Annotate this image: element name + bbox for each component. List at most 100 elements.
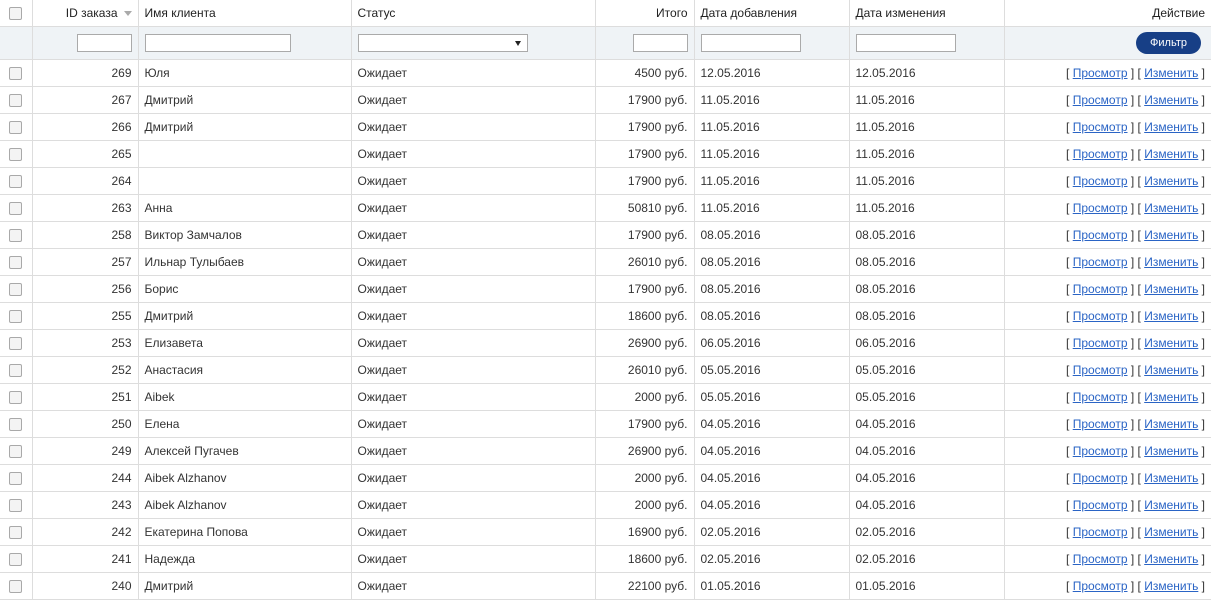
view-link[interactable]: Просмотр bbox=[1073, 147, 1128, 161]
edit-link[interactable]: Изменить bbox=[1144, 498, 1198, 512]
filter-id-input[interactable] bbox=[76, 34, 132, 52]
select-all-checkbox[interactable] bbox=[9, 7, 23, 21]
edit-link[interactable]: Изменить bbox=[1144, 174, 1198, 188]
customer-name: Дмитрий bbox=[138, 302, 352, 330]
row-checkbox[interactable] bbox=[9, 445, 23, 459]
customer-name: Дмитрий bbox=[138, 113, 352, 141]
view-link[interactable]: Просмотр bbox=[1073, 498, 1128, 512]
row-checkbox[interactable] bbox=[9, 256, 23, 270]
filter-added-input[interactable] bbox=[700, 34, 801, 52]
header-added-label: Дата добавления bbox=[700, 6, 797, 20]
edit-link[interactable]: Изменить bbox=[1144, 579, 1198, 593]
row-select-cell bbox=[0, 356, 33, 384]
filter-total-input[interactable] bbox=[632, 34, 688, 52]
row-select-cell bbox=[0, 383, 33, 411]
order-total: 2000 руб. bbox=[595, 491, 695, 519]
row-checkbox[interactable] bbox=[9, 472, 23, 486]
edit-link[interactable]: Изменить bbox=[1144, 66, 1198, 80]
view-link[interactable]: Просмотр bbox=[1073, 552, 1128, 566]
table-row: 240 Дмитрий Ожидает 22100 руб. 01.05.201… bbox=[0, 572, 1211, 600]
header-name[interactable]: Имя клиента bbox=[138, 0, 352, 27]
row-checkbox[interactable] bbox=[9, 499, 23, 513]
view-link[interactable]: Просмотр bbox=[1073, 66, 1128, 80]
view-link[interactable]: Просмотр bbox=[1073, 201, 1128, 215]
row-actions: [ Просмотр ] [ Изменить ] bbox=[1004, 275, 1211, 303]
header-total[interactable]: Итого bbox=[595, 0, 695, 27]
edit-link[interactable]: Изменить bbox=[1144, 255, 1198, 269]
edit-link[interactable]: Изменить bbox=[1144, 201, 1198, 215]
view-link[interactable]: Просмотр bbox=[1073, 309, 1128, 323]
row-checkbox[interactable] bbox=[9, 418, 23, 432]
row-checkbox[interactable] bbox=[9, 121, 23, 135]
date-modified: 11.05.2016 bbox=[849, 113, 1005, 141]
row-checkbox[interactable] bbox=[9, 94, 23, 108]
filter-status-select[interactable] bbox=[357, 34, 528, 52]
view-link[interactable]: Просмотр bbox=[1073, 228, 1128, 242]
header-modified[interactable]: Дата изменения bbox=[849, 0, 1005, 27]
row-checkbox[interactable] bbox=[9, 337, 23, 351]
view-link[interactable]: Просмотр bbox=[1073, 282, 1128, 296]
edit-link[interactable]: Изменить bbox=[1144, 363, 1198, 377]
date-modified: 06.05.2016 bbox=[849, 329, 1005, 357]
header-id-label: ID заказа bbox=[65, 6, 118, 20]
view-link[interactable]: Просмотр bbox=[1073, 390, 1128, 404]
date-modified: 05.05.2016 bbox=[849, 356, 1005, 384]
order-id: 269 bbox=[32, 59, 139, 87]
order-status: Ожидает bbox=[351, 59, 596, 87]
edit-link[interactable]: Изменить bbox=[1144, 444, 1198, 458]
header-added[interactable]: Дата добавления bbox=[694, 0, 850, 27]
filter-button[interactable]: Фильтр bbox=[1136, 32, 1201, 54]
edit-link[interactable]: Изменить bbox=[1144, 120, 1198, 134]
row-checkbox[interactable] bbox=[9, 553, 23, 567]
view-link[interactable]: Просмотр bbox=[1073, 336, 1128, 350]
row-checkbox[interactable] bbox=[9, 67, 23, 81]
row-actions: [ Просмотр ] [ Изменить ] bbox=[1004, 356, 1211, 384]
view-link[interactable]: Просмотр bbox=[1073, 417, 1128, 431]
header-id[interactable]: ID заказа bbox=[32, 0, 139, 27]
view-link[interactable]: Просмотр bbox=[1073, 579, 1128, 593]
header-status[interactable]: Статус bbox=[351, 0, 596, 27]
filter-name-input[interactable] bbox=[144, 34, 291, 52]
view-link[interactable]: Просмотр bbox=[1073, 471, 1128, 485]
view-link[interactable]: Просмотр bbox=[1073, 363, 1128, 377]
edit-link[interactable]: Изменить bbox=[1144, 336, 1198, 350]
edit-link[interactable]: Изменить bbox=[1144, 471, 1198, 485]
date-modified: 05.05.2016 bbox=[849, 383, 1005, 411]
row-actions: [ Просмотр ] [ Изменить ] bbox=[1004, 518, 1211, 546]
date-added: 08.05.2016 bbox=[694, 275, 850, 303]
view-link[interactable]: Просмотр bbox=[1073, 444, 1128, 458]
row-checkbox[interactable] bbox=[9, 364, 23, 378]
view-link[interactable]: Просмотр bbox=[1073, 525, 1128, 539]
row-checkbox[interactable] bbox=[9, 391, 23, 405]
row-checkbox[interactable] bbox=[9, 526, 23, 540]
edit-link[interactable]: Изменить bbox=[1144, 552, 1198, 566]
row-checkbox[interactable] bbox=[9, 175, 23, 189]
header-select-all-cell bbox=[0, 0, 33, 27]
row-checkbox[interactable] bbox=[9, 229, 23, 243]
filter-modified-input[interactable] bbox=[855, 34, 956, 52]
edit-link[interactable]: Изменить bbox=[1144, 147, 1198, 161]
row-checkbox[interactable] bbox=[9, 202, 23, 216]
date-modified: 04.05.2016 bbox=[849, 491, 1005, 519]
edit-link[interactable]: Изменить bbox=[1144, 390, 1198, 404]
view-link[interactable]: Просмотр bbox=[1073, 255, 1128, 269]
date-modified: 02.05.2016 bbox=[849, 545, 1005, 573]
row-checkbox[interactable] bbox=[9, 580, 23, 594]
view-link[interactable]: Просмотр bbox=[1073, 174, 1128, 188]
row-checkbox[interactable] bbox=[9, 310, 23, 324]
edit-link[interactable]: Изменить bbox=[1144, 309, 1198, 323]
date-modified: 11.05.2016 bbox=[849, 140, 1005, 168]
filter-status-cell bbox=[351, 26, 596, 60]
order-status: Ожидает bbox=[351, 437, 596, 465]
view-link[interactable]: Просмотр bbox=[1073, 120, 1128, 134]
view-link[interactable]: Просмотр bbox=[1073, 93, 1128, 107]
edit-link[interactable]: Изменить bbox=[1144, 525, 1198, 539]
edit-link[interactable]: Изменить bbox=[1144, 93, 1198, 107]
date-modified: 12.05.2016 bbox=[849, 59, 1005, 87]
edit-link[interactable]: Изменить bbox=[1144, 228, 1198, 242]
row-checkbox[interactable] bbox=[9, 283, 23, 297]
row-checkbox[interactable] bbox=[9, 148, 23, 162]
edit-link[interactable]: Изменить bbox=[1144, 282, 1198, 296]
customer-name: Aibek Alzhanov bbox=[138, 464, 352, 492]
edit-link[interactable]: Изменить bbox=[1144, 417, 1198, 431]
